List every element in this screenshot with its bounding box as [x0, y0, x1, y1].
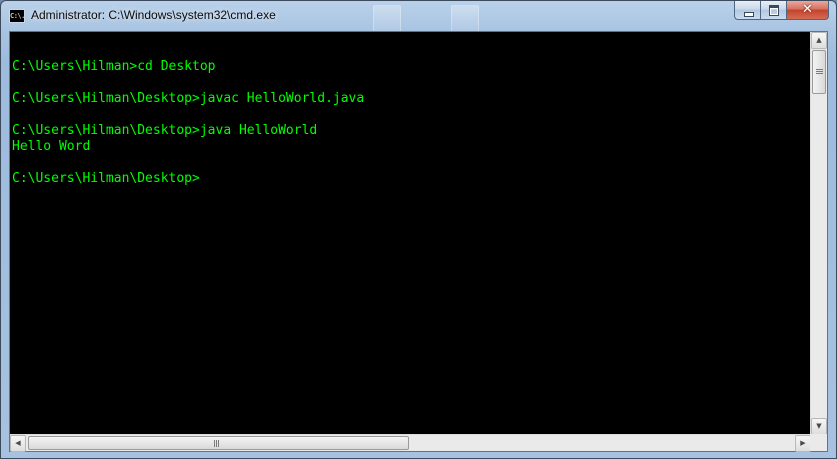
close-icon: ✕ — [802, 2, 813, 17]
vertical-scroll-thumb[interactable] — [812, 50, 826, 94]
grip-line — [816, 73, 823, 74]
scroll-down-icon: ▼ — [816, 422, 822, 430]
console-line: Hello Word — [12, 139, 91, 154]
scroll-left-icon: ◀ — [15, 439, 21, 447]
horizontal-scroll-thumb[interactable] — [28, 436, 409, 450]
cmd-icon[interactable]: C:\. — [9, 9, 25, 23]
scroll-right-button[interactable]: ▶ — [795, 435, 811, 452]
title-bar[interactable]: C:\. Administrator: C:\Windows\system32\… — [1, 1, 836, 31]
console-line: C:\Users\Hilman>cd Desktop — [12, 59, 216, 74]
scroll-down-button[interactable]: ▼ — [811, 418, 827, 435]
minimize-icon — [744, 12, 754, 17]
size-grip[interactable] — [810, 434, 827, 451]
scroll-right-icon: ▶ — [800, 439, 806, 447]
console-output[interactable]: C:\Users\Hilman>cd Desktop C:\Users\Hilma… — [10, 32, 811, 435]
close-button[interactable]: ✕ — [786, 1, 829, 20]
minimize-button[interactable] — [734, 1, 760, 20]
console-prompt: C:\Users\Hilman\Desktop> — [12, 171, 200, 186]
scroll-up-button[interactable]: ▲ — [811, 32, 827, 49]
console-line: C:\Users\Hilman\Desktop>java HelloWorld — [12, 123, 318, 138]
grip-line — [214, 440, 215, 447]
window-title: Administrator: C:\Windows\system32\cmd.e… — [31, 8, 276, 22]
scroll-up-icon: ▲ — [816, 36, 822, 44]
console-client-area: C:\Users\Hilman>cd Desktop C:\Users\Hilma… — [9, 31, 828, 452]
maximize-button[interactable] — [760, 1, 786, 20]
grip-line — [218, 440, 219, 447]
console-line: C:\Users\Hilman\Desktop>javac HelloWorld… — [12, 91, 365, 106]
scroll-left-button[interactable]: ◀ — [10, 435, 26, 452]
cmd-window: C:\. Administrator: C:\Windows\system32\… — [0, 0, 837, 459]
caption-buttons: ✕ — [734, 1, 829, 21]
horizontal-scrollbar[interactable]: ◀ ▶ — [10, 434, 811, 452]
maximize-icon — [769, 5, 779, 16]
vertical-scrollbar[interactable]: ▲ ▼ — [810, 32, 827, 435]
grip-line — [816, 69, 823, 70]
grip-line — [216, 440, 217, 447]
grip-line — [816, 71, 823, 72]
